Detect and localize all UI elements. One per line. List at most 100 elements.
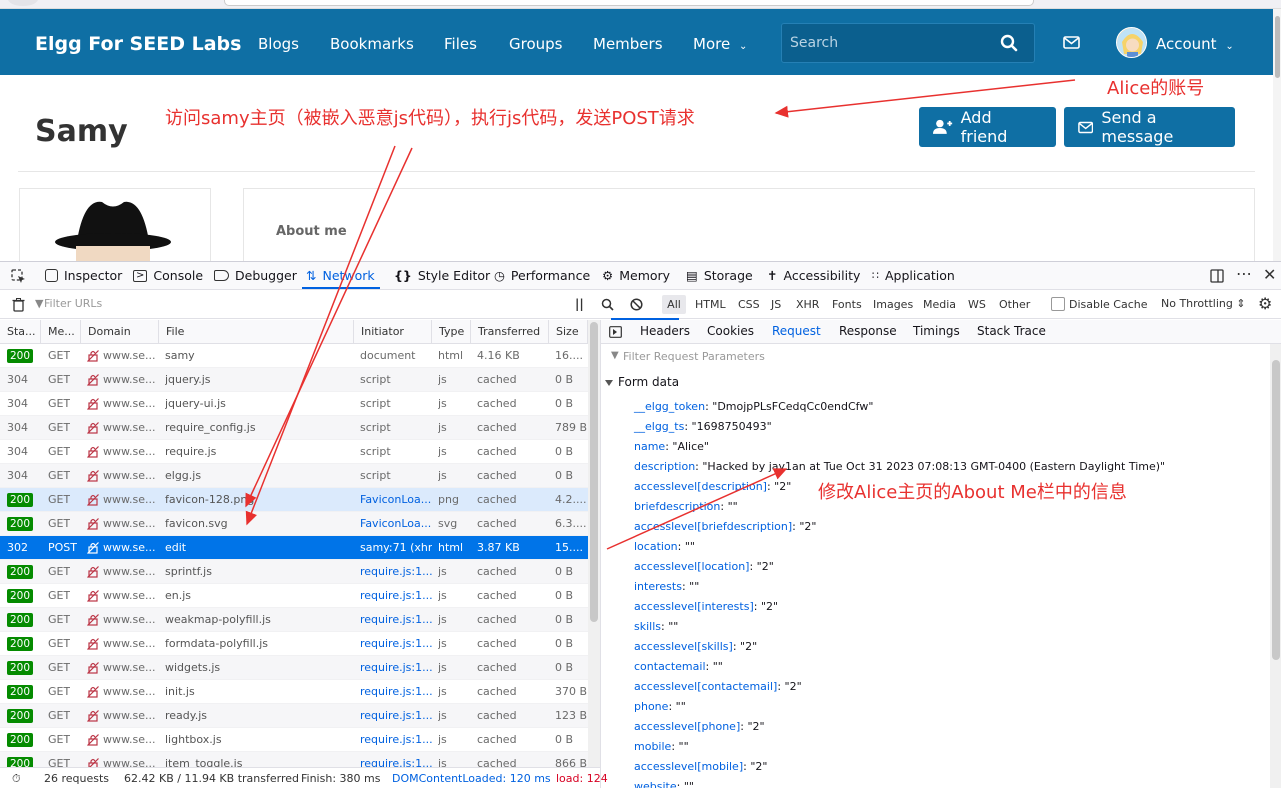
nav-bookmarks[interactable]: Bookmarks	[330, 35, 414, 53]
table-row[interactable]: 200 GET www.se... formdata-polyfill.js requi…	[0, 632, 588, 656]
filter-request-params-input[interactable]	[623, 350, 923, 363]
envelope-icon[interactable]	[1063, 36, 1080, 49]
initiator-text[interactable]: require.js:1...	[360, 637, 432, 650]
tab-stack-trace[interactable]: Stack Trace	[977, 324, 1046, 338]
nav-members[interactable]: Members	[593, 35, 663, 53]
send-message-button[interactable]: Send a message	[1064, 107, 1235, 147]
form-param[interactable]: briefdescription: ""	[634, 500, 738, 513]
table-row[interactable]: 304 GET www.se... jquery.js script js cached 0 …	[0, 368, 588, 392]
filter-js[interactable]: JS	[771, 298, 781, 311]
initiator-text[interactable]: require.js:1...	[360, 733, 432, 746]
form-param[interactable]: location: ""	[634, 540, 695, 553]
form-param[interactable]: accesslevel[skills]: "2"	[634, 640, 757, 653]
table-row[interactable]: 200 GET www.se... sprintf.js require.js:1...…	[0, 560, 588, 584]
table-row[interactable]: 200 GET www.se... favicon-128.png FaviconLoa…	[0, 488, 588, 512]
col-transferred[interactable]: Transferred	[471, 320, 549, 344]
tab-debugger[interactable]: Debugger	[214, 268, 297, 283]
form-param[interactable]: accesslevel[phone]: "2"	[634, 720, 765, 733]
initiator-text[interactable]: require.js:1...	[360, 685, 432, 698]
form-param[interactable]: __elgg_token: "DmojpPLsFCedqCc0endCfw"	[634, 400, 873, 413]
table-row[interactable]: 200 GET www.se... favicon.svg FaviconLoa... s…	[0, 512, 588, 536]
avatar[interactable]	[1116, 27, 1147, 58]
page-scrollbar-thumb[interactable]	[1275, 16, 1280, 78]
initiator-text[interactable]: require.js:1...	[360, 565, 432, 578]
table-row[interactable]: 200 GET www.se... lightbox.js require.js:1..…	[0, 728, 588, 752]
more-options-icon[interactable]: ⋯	[1236, 264, 1252, 283]
table-row[interactable]: 304 GET www.se... require.js script js cached 0…	[0, 440, 588, 464]
form-param[interactable]: name: "Alice"	[634, 440, 709, 453]
table-row[interactable]: 200 GET www.se... samy document html 4.16 KB 16…	[0, 344, 588, 368]
filter-html[interactable]: HTML	[695, 298, 726, 311]
form-param[interactable]: interests: ""	[634, 580, 699, 593]
tab-inspector[interactable]: Inspector	[45, 268, 122, 283]
nav-blogs[interactable]: Blogs	[258, 35, 299, 53]
tab-memory[interactable]: ⚙ Memory	[602, 268, 670, 283]
filter-xhr[interactable]: XHR	[796, 298, 819, 311]
dock-side-icon[interactable]	[1210, 269, 1224, 283]
filter-ws[interactable]: WS	[968, 298, 986, 311]
table-row[interactable]: 200 GET www.se... widgets.js require.js:1...…	[0, 656, 588, 680]
search-icon[interactable]	[601, 298, 614, 311]
initiator-text[interactable]: FaviconLoa...	[360, 493, 431, 506]
throttling-select[interactable]: No Throttling ⇕	[1161, 297, 1246, 310]
nav-files[interactable]: Files	[444, 35, 477, 53]
filter-all[interactable]: All	[662, 295, 686, 314]
search-icon[interactable]	[1000, 34, 1018, 52]
col-domain[interactable]: Domain	[81, 320, 159, 344]
details-scrollbar-thumb[interactable]	[1272, 360, 1280, 660]
request-table-scrollbar-thumb[interactable]	[590, 322, 598, 622]
disable-cache-checkbox[interactable]	[1051, 297, 1065, 311]
form-param[interactable]: accesslevel[interests]: "2"	[634, 600, 778, 613]
tab-performance[interactable]: ◷ Performance	[494, 268, 590, 283]
col-method[interactable]: Me...	[41, 320, 81, 344]
table-row[interactable]: 200 GET www.se... weakmap-polyfill.js requir…	[0, 608, 588, 632]
form-param[interactable]: skills: ""	[634, 620, 678, 633]
initiator-text[interactable]: require.js:1...	[360, 661, 432, 674]
gear-icon[interactable]: ⚙	[1258, 294, 1272, 313]
pause-icon[interactable]: ||	[575, 297, 584, 311]
table-row[interactable]: 304 GET www.se... elgg.js script js cached 0 B	[0, 464, 588, 488]
form-param[interactable]: phone: ""	[634, 700, 686, 713]
table-row[interactable]: 304 GET www.se... require_config.js script js…	[0, 416, 588, 440]
table-row[interactable]: 200 GET www.se... item_toggle.js require.js:…	[0, 752, 588, 768]
search-input[interactable]	[790, 35, 990, 51]
filter-images[interactable]: Images	[873, 298, 913, 311]
form-param[interactable]: accesslevel[description]: "2"	[634, 480, 791, 493]
filter-other[interactable]: Other	[999, 298, 1030, 311]
col-size[interactable]: Size	[549, 320, 588, 344]
form-param[interactable]: accesslevel[contactemail]: "2"	[634, 680, 802, 693]
form-param[interactable]: accesslevel[briefdescription]: "2"	[634, 520, 817, 533]
add-friend-button[interactable]: Add friend	[919, 107, 1056, 147]
form-param[interactable]: __elgg_ts: "1698750493"	[634, 420, 772, 433]
initiator-text[interactable]: require.js:1...	[360, 613, 432, 626]
col-file[interactable]: File	[159, 320, 354, 344]
filter-urls-input[interactable]	[44, 297, 244, 310]
col-status[interactable]: Sta...	[0, 320, 41, 344]
form-data-toggle[interactable]: Form data	[605, 375, 679, 389]
tab-response[interactable]: Response	[839, 324, 897, 338]
tab-network[interactable]: ⇅ Network	[306, 268, 375, 283]
tab-timings[interactable]: Timings	[913, 324, 960, 338]
tab-headers[interactable]: Headers	[640, 324, 690, 338]
form-param[interactable]: accesslevel[mobile]: "2"	[634, 760, 767, 773]
nav-more[interactable]: More ⌄	[693, 35, 747, 53]
table-row[interactable]: 200 GET www.se... init.js require.js:1... js c…	[0, 680, 588, 704]
form-param[interactable]: contactemail: ""	[634, 660, 723, 673]
tab-request[interactable]: Request	[772, 324, 821, 338]
filter-css[interactable]: CSS	[738, 298, 760, 311]
form-param[interactable]: description: "Hacked by jay1an at Tue Oc…	[634, 460, 1165, 473]
block-icon[interactable]	[630, 298, 643, 311]
account-menu[interactable]: Account ⌄	[1156, 35, 1234, 53]
form-param[interactable]: mobile: ""	[634, 740, 689, 753]
initiator-text[interactable]: require.js:1...	[360, 589, 432, 602]
close-icon[interactable]: ✕	[1263, 265, 1276, 284]
nav-groups[interactable]: Groups	[509, 35, 562, 53]
tab-console[interactable]: > Console	[133, 268, 203, 283]
filter-media[interactable]: Media	[923, 298, 956, 311]
site-brand[interactable]: Elgg For SEED Labs	[35, 33, 241, 55]
table-row[interactable]: 200 GET www.se... en.js require.js:1... js cac…	[0, 584, 588, 608]
table-row[interactable]: 200 GET www.se... ready.js require.js:1... js…	[0, 704, 588, 728]
sidebar-toggle-icon[interactable]	[609, 326, 622, 338]
url-bar[interactable]	[224, 0, 1034, 6]
tab-cookies[interactable]: Cookies	[707, 324, 754, 338]
